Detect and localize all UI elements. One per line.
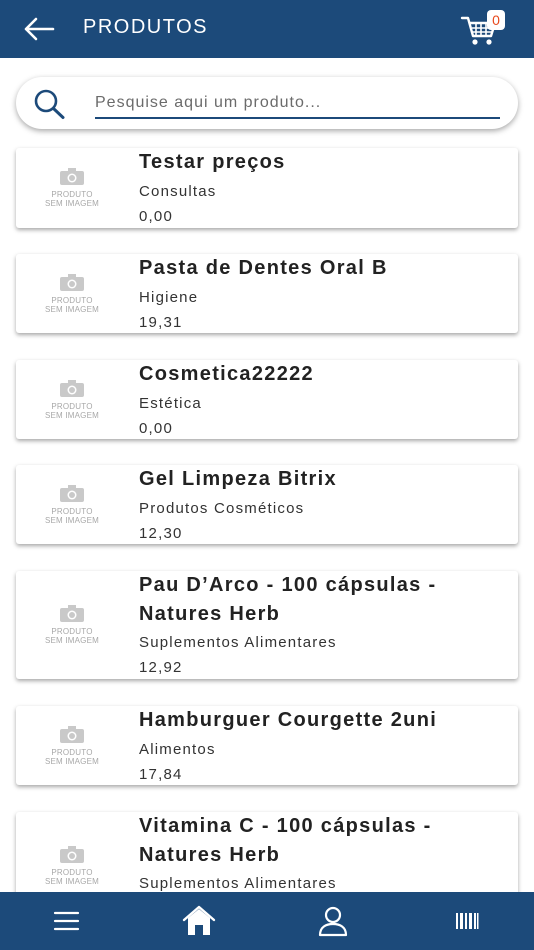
placeholder-text: PRODUTO SEM IMAGEM [44,296,99,314]
product-price: 0,00 [139,420,173,437]
product-price: 17,84 [139,766,183,783]
product-name: Cosmetica22222 [139,363,314,385]
page-title: PRODUTOS [83,16,208,38]
camera-icon [60,846,84,863]
camera-icon [60,274,84,291]
product-card[interactable]: PRODUTO SEM IMAGEM Gel Limpeza Bitrix Pro… [16,465,518,544]
product-category: Produtos Cosméticos [139,500,305,517]
cart-count-badge: 0 [487,10,505,30]
product-card[interactable]: PRODUTO SEM IMAGEM Vitamina C - 100 cápsu… [16,812,518,892]
product-category: Alimentos [139,741,216,758]
product-price: 12,30 [139,525,183,542]
product-price: 0,00 [139,208,173,225]
placeholder-text: PRODUTO SEM IMAGEM [44,627,99,645]
camera-icon [60,380,84,397]
product-placeholder-image: PRODUTO SEM IMAGEM [36,274,108,334]
menu-icon [53,911,80,931]
user-icon [318,906,348,937]
product-category: Suplementos Alimentares [139,634,337,651]
product-placeholder-image: PRODUTO SEM IMAGEM [36,726,108,786]
product-card[interactable]: PRODUTO SEM IMAGEM Cosmetica22222 Estétic… [16,360,518,439]
product-card[interactable]: PRODUTO SEM IMAGEM Hamburguer Courgette 2… [16,706,518,785]
product-category: Consultas [139,183,217,200]
product-card[interactable]: PRODUTO SEM IMAGEM Testar preços Consulta… [16,148,518,228]
product-placeholder-image: PRODUTO SEM IMAGEM [36,846,108,892]
arrow-left-icon [24,17,55,41]
nav-barcode-button[interactable] [450,905,484,937]
product-category: Suplementos Alimentares [139,875,337,892]
product-name: Gel Limpeza Bitrix [139,468,337,490]
placeholder-text: PRODUTO SEM IMAGEM [44,402,99,420]
camera-icon [60,726,84,743]
search-input[interactable] [95,89,500,119]
search-bar [16,77,518,129]
nav-menu-button[interactable] [50,905,84,937]
home-icon [182,905,216,935]
product-placeholder-image: PRODUTO SEM IMAGEM [36,168,108,228]
bottom-navigation [0,892,534,950]
nav-home-button[interactable] [182,905,216,937]
camera-icon [60,605,84,622]
product-category: Estética [139,395,202,412]
product-name: Pau D’Arco - 100 cápsulas - Natures Herb [139,574,437,625]
barcode-icon [456,913,479,929]
product-placeholder-image: PRODUTO SEM IMAGEM [36,380,108,440]
camera-icon [60,485,84,502]
product-name: Vitamina C - 100 cápsulas - Natures Herb [139,815,432,866]
product-card[interactable]: PRODUTO SEM IMAGEM Pau D’Arco - 100 cápsu… [16,571,518,679]
product-card[interactable]: PRODUTO SEM IMAGEM Pasta de Dentes Oral B… [16,254,518,333]
product-placeholder-image: PRODUTO SEM IMAGEM [36,485,108,545]
product-name: Hamburguer Courgette 2uni [139,709,438,731]
search-icon[interactable] [32,88,66,120]
nav-profile-button[interactable] [316,905,350,937]
product-price: 12,92 [139,659,183,676]
product-category: Higiene [139,289,199,306]
top-app-bar: PRODUTOS 0 [0,0,534,58]
back-button[interactable] [22,14,56,44]
product-name: Pasta de Dentes Oral B [139,257,388,279]
placeholder-text: PRODUTO SEM IMAGEM [44,507,99,525]
placeholder-text: PRODUTO SEM IMAGEM [44,868,99,886]
product-price: 19,31 [139,314,183,331]
product-list: PRODUTO SEM IMAGEM Testar preços Consulta… [0,0,534,892]
camera-icon [60,168,84,185]
product-name: Testar preços [139,151,286,173]
placeholder-text: PRODUTO SEM IMAGEM [44,190,99,208]
product-placeholder-image: PRODUTO SEM IMAGEM [36,605,108,665]
placeholder-text: PRODUTO SEM IMAGEM [44,748,99,766]
